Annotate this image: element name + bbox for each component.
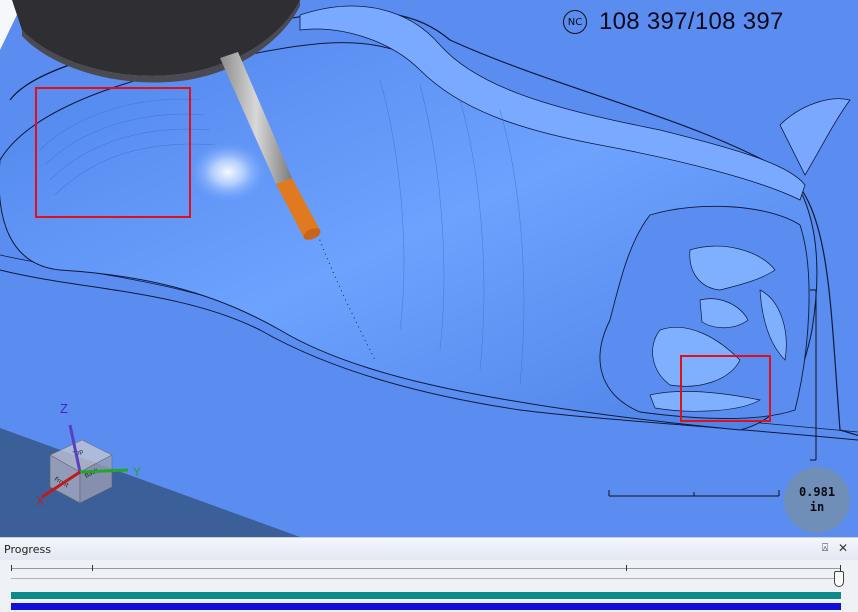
scale-value: 0.981 [798,485,836,499]
x-axis-label: X [36,494,44,508]
y-axis-label: Y [133,465,141,479]
z-axis-label: Z [60,401,68,416]
scale-indicator: 0.981 in [784,467,850,533]
playback-slider-track[interactable] [11,578,841,579]
machining-scene[interactable]: Top Front Back Z Y X [0,0,858,537]
specular-highlight [190,142,266,202]
progress-bar-primary [11,592,841,599]
pin-icon[interactable]: ⍓ [818,541,832,555]
progress-bar-secondary [11,603,841,610]
progress-timeline[interactable] [11,564,841,576]
nc-counter: NC 108 397/108 397 [563,8,784,36]
simulation-viewport[interactable]: Top Front Back Z Y X NC 108 397/108 397 … [0,0,858,537]
timeline-track [11,568,841,569]
playback-slider-thumb[interactable] [834,571,844,587]
close-icon[interactable]: ✕ [836,541,850,555]
progress-panel-header: Progress ⍓ ✕ [0,538,858,560]
y-axis-line [79,468,129,474]
scale-unit: in [809,500,825,514]
progress-panel: Progress ⍓ ✕ [0,537,858,612]
timeline-marker [92,565,93,571]
timeline-marker [11,565,12,571]
progress-panel-title: Progress [4,543,51,556]
nc-line-count: 108 397/108 397 [599,8,784,35]
timeline-marker [626,565,627,571]
nc-badge-icon: NC [563,10,587,34]
